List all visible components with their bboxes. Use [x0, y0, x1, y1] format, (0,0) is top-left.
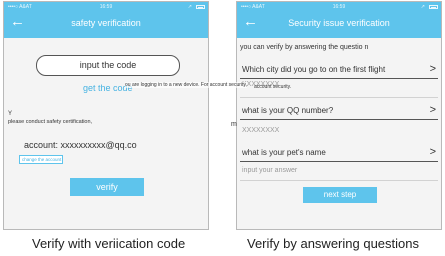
app-bar: ••••○ A&AT 16:59 ↗ ← safety verification — [4, 2, 208, 38]
chevron-right-icon: > — [429, 104, 436, 116]
caption-left: Verify with veriication code — [32, 236, 186, 251]
caption-right: Verify by answering questions — [247, 236, 419, 251]
status-time: 16:59 — [332, 4, 346, 10]
location-icon: ↗ — [420, 4, 425, 10]
page-title: safety verification — [71, 18, 141, 28]
answer-input-3[interactable]: input your answer — [242, 167, 297, 174]
chevron-right-icon: > — [429, 63, 436, 75]
intro-text: you can verify by answering the questio … — [240, 44, 369, 51]
question-select-3[interactable]: what is your pet's name > — [240, 146, 438, 162]
change-account-button[interactable]: change the account — [19, 155, 63, 164]
new-device-notice: ou are logging in to a new device. For a… — [125, 82, 247, 88]
account-label: account: xxxxxxxxxx@qq.co — [24, 140, 137, 150]
stray-letter: m — [231, 121, 237, 128]
next-step-button[interactable]: next step — [303, 187, 377, 203]
conduct-certification-text: please conduct safety certification, — [8, 119, 93, 125]
status-time: 16:59 — [99, 4, 113, 10]
answer-input-2[interactable]: XXXXXXXX — [242, 127, 279, 134]
verification-code-screen: ••••○ A&AT 16:59 ↗ ← safety verification… — [3, 1, 209, 230]
divider — [240, 161, 438, 162]
account-security-fragment: account security. — [254, 84, 292, 90]
code-input[interactable]: input the code — [36, 55, 180, 76]
divider — [240, 97, 438, 98]
chevron-right-icon: > — [429, 146, 436, 158]
verify-button[interactable]: verify — [70, 178, 144, 196]
app-bar: ••••○ A&AT 16:59 ↗ ← Security issue veri… — [237, 2, 441, 38]
question-select-1[interactable]: Which city did you go to on the first fl… — [240, 63, 438, 79]
question-text: what is your QQ number? — [242, 106, 334, 115]
question-select-2[interactable]: what is your QQ number? > — [240, 104, 438, 120]
battery-icon — [429, 5, 438, 9]
page-title: Security issue verification — [288, 18, 390, 28]
question-text: what is your pet's name — [242, 148, 326, 157]
question-text: Which city did you go to on the first fl… — [242, 65, 386, 74]
security-question-screen: ••••○ A&AT 16:59 ↗ ← Security issue veri… — [236, 1, 442, 230]
notice-start-letter: Y — [8, 111, 13, 117]
divider — [240, 78, 438, 79]
divider — [240, 119, 438, 120]
location-icon: ↗ — [187, 4, 192, 10]
battery-icon — [196, 5, 205, 9]
divider — [240, 180, 438, 181]
